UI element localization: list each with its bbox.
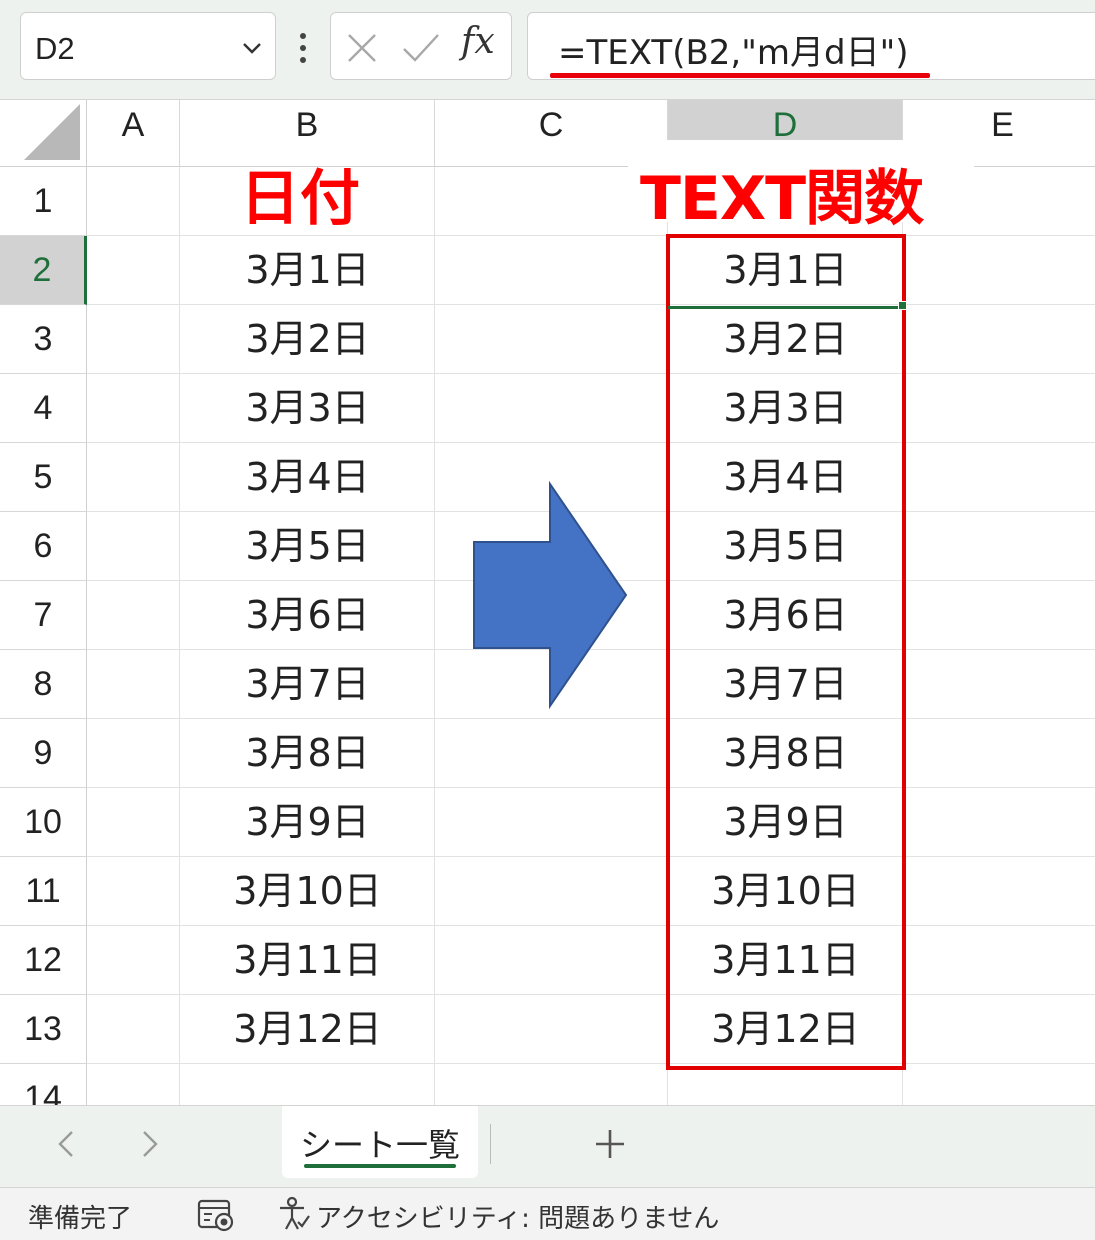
row-header-5[interactable]: 5 xyxy=(0,443,87,512)
row-header-9[interactable]: 9 xyxy=(0,719,87,788)
right-arrow-shape xyxy=(473,480,628,710)
cell-b4[interactable]: 3月3日 xyxy=(180,374,435,443)
row-header-3[interactable]: 3 xyxy=(0,305,87,374)
row-number: 6 xyxy=(33,527,53,565)
column-b-annotation: 日付 xyxy=(240,164,360,234)
cell-b8[interactable]: 3月7日 xyxy=(180,650,435,719)
cell-b3[interactable]: 3月2日 xyxy=(180,305,435,374)
row-header-14[interactable]: 14 xyxy=(0,1064,87,1105)
result-highlight-box xyxy=(666,234,906,1070)
select-all-icon xyxy=(24,104,80,160)
formula-highlight-underline xyxy=(550,73,930,78)
row-number: 1 xyxy=(33,182,53,220)
row-header-4[interactable]: 4 xyxy=(0,374,87,443)
sheet-tab-bar: シート一覧 xyxy=(0,1105,1095,1187)
row-header-7[interactable]: 7 xyxy=(0,581,87,650)
more-options-icon[interactable] xyxy=(294,28,312,68)
row-header-2[interactable]: 2 xyxy=(0,236,87,305)
sheet-tab-underline xyxy=(304,1164,456,1168)
status-ready: 準備完了 xyxy=(28,1204,133,1234)
row-header-12[interactable]: 12 xyxy=(0,926,87,995)
chevron-down-icon[interactable] xyxy=(241,37,263,59)
row-header-1[interactable]: 1 xyxy=(0,167,87,236)
row-number: 5 xyxy=(33,458,53,496)
row-number: 13 xyxy=(24,1010,62,1048)
sheet-tab-active[interactable]: シート一覧 xyxy=(282,1106,478,1178)
row-number: 8 xyxy=(33,665,53,703)
formula-input[interactable]: =TEXT(B2,"m月d日") xyxy=(527,12,1095,80)
chevron-right-icon[interactable] xyxy=(134,1126,164,1162)
accessibility-icon[interactable] xyxy=(276,1196,312,1232)
row-number: 10 xyxy=(24,803,62,841)
tab-separator xyxy=(490,1124,491,1164)
cell-b2[interactable]: 3月1日 xyxy=(180,236,435,305)
name-box-value: D2 xyxy=(35,31,75,66)
column-d-annotation: TEXT関数 xyxy=(640,164,924,234)
cell-b7[interactable]: 3月6日 xyxy=(180,581,435,650)
cell-b9[interactable]: 3月8日 xyxy=(180,719,435,788)
name-box[interactable]: D2 xyxy=(20,12,276,80)
formula-bar: D2 fx =TEXT(B2,"m月d日") xyxy=(0,0,1095,100)
fill-handle[interactable] xyxy=(898,301,907,310)
active-cell-border xyxy=(668,306,902,309)
column-header-a[interactable]: A xyxy=(87,100,180,167)
cell-b10[interactable]: 3月9日 xyxy=(180,788,435,857)
worksheet-grid[interactable]: ABCDE 1 2 3 4 5 6 7 8 9 10 11 12 13 14 3月1日 3月2日 3月3日 3月… xyxy=(0,100,1095,1105)
select-all-button[interactable] xyxy=(0,100,87,167)
add-sheet-icon[interactable] xyxy=(592,1126,628,1162)
row-number: 3 xyxy=(33,320,53,358)
row-number: 12 xyxy=(24,941,62,979)
accessibility-status[interactable]: アクセシビリティ: 問題ありません xyxy=(316,1198,719,1235)
cell-b12[interactable]: 3月11日 xyxy=(180,926,435,995)
row-number: 7 xyxy=(33,596,53,634)
cell-b11[interactable]: 3月10日 xyxy=(180,857,435,926)
row-header-10[interactable]: 10 xyxy=(0,788,87,857)
cell-b6[interactable]: 3月5日 xyxy=(180,512,435,581)
row-number: 14 xyxy=(24,1079,62,1105)
row-header-11[interactable]: 11 xyxy=(0,857,87,926)
formula-buttons: fx xyxy=(330,12,512,80)
row-header-6[interactable]: 6 xyxy=(0,512,87,581)
sheet-tab-label: シート一覧 xyxy=(299,1126,460,1164)
row-header-13[interactable]: 13 xyxy=(0,995,87,1064)
row-number: 4 xyxy=(33,389,53,427)
cell-b5[interactable]: 3月4日 xyxy=(180,443,435,512)
macro-recording-icon[interactable] xyxy=(196,1198,236,1232)
row-number: 2 xyxy=(32,251,52,289)
row-number: 11 xyxy=(25,872,61,910)
row-header-8[interactable]: 8 xyxy=(0,650,87,719)
formula-text: =TEXT(B2,"m月d日") xyxy=(558,33,909,73)
chevron-left-icon[interactable] xyxy=(52,1126,82,1162)
cell-b13[interactable]: 3月12日 xyxy=(180,995,435,1064)
insert-function-icon[interactable]: fx xyxy=(461,21,495,62)
enter-check-icon[interactable] xyxy=(401,31,441,65)
cancel-icon[interactable] xyxy=(345,31,379,65)
status-bar: 準備完了 アクセシビリティ: 問題ありません xyxy=(0,1187,1095,1240)
row-number: 9 xyxy=(33,734,53,772)
